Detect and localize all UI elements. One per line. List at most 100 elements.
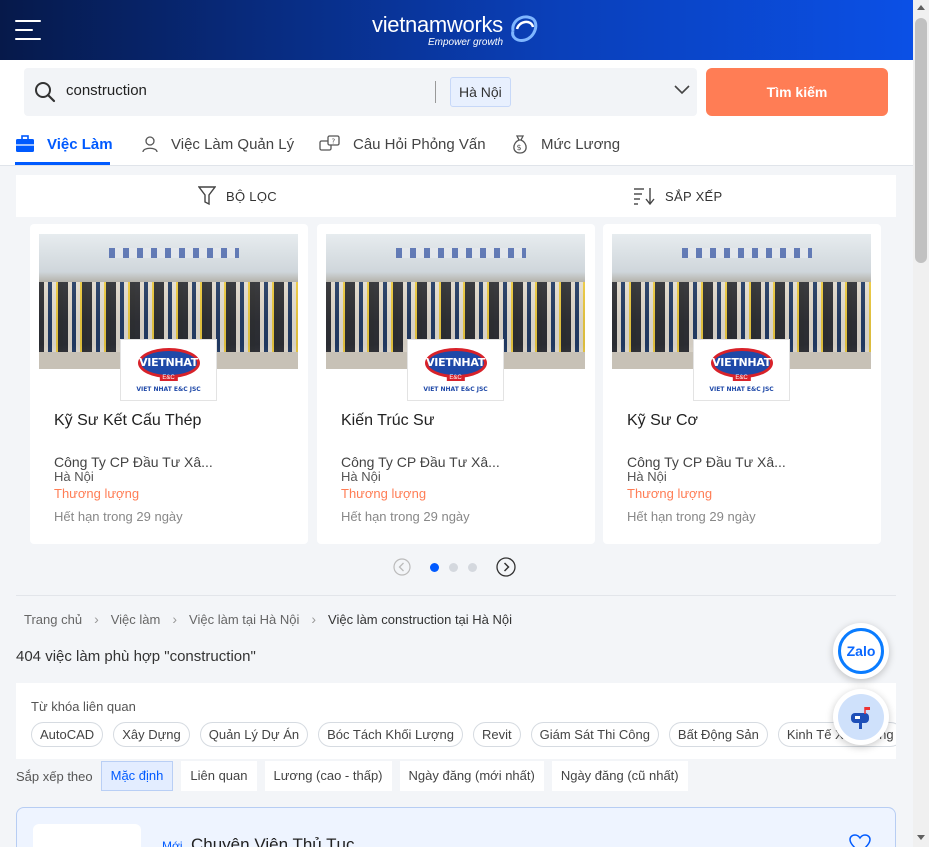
keyword-list: AutoCAD Xây Dựng Quản Lý Dự Án Bóc Tách … [31,722,896,747]
new-badge: Mới [162,839,183,847]
chevron-right-icon: › [311,611,317,627]
location-chip[interactable]: Hà Nội [450,77,511,107]
sort-icon [634,188,655,205]
breadcrumb-current: Việc làm construction tại Hà Nội [328,611,513,627]
company-logo: VIETNHAT E&C VIET NHAT E&C JSC [120,339,217,401]
sort-option-default[interactable]: Mặc định [100,761,174,791]
zalo-icon: Zalo [838,628,884,674]
prev-arrow-icon[interactable] [393,558,411,576]
keyword-chip[interactable]: Xây Dựng [113,722,190,747]
chevron-down-icon[interactable] [674,85,690,95]
money-bag-icon: $ [513,135,527,154]
job-location: Hà Nội [54,469,94,484]
job-expiry: Hết hạn trong 29 ngày [627,509,756,524]
chevron-right-icon: › [172,611,178,627]
keyword-chip[interactable]: Quản Lý Dự Án [199,722,309,747]
search-icon [35,82,56,103]
logo-text: VIETNHAT [426,356,485,369]
related-keywords-panel: Từ khóa liên quan AutoCAD Xây Dựng Quản … [16,683,896,759]
keyword-chip[interactable]: Giám Sát Thi Công [530,722,659,747]
sort-option-salary[interactable]: Lương (cao - thấp) [264,761,392,791]
sort-options: Sắp xếp theo Mặc định Liên quan Lương (c… [16,761,696,791]
job-salary: Thương lượng [627,486,713,501]
svg-text:$: $ [517,143,522,152]
logo-text: VIETNHAT [139,356,198,369]
briefcase-icon [16,135,34,152]
logo-sub: E&C [159,374,178,381]
featured-job-card[interactable]: VIETNHAT E&C VIET NHAT E&C JSC Kỹ Sư Cơ C… [603,224,881,544]
next-arrow-icon[interactable] [496,557,516,577]
breadcrumb-link[interactable]: Việc làm [111,612,161,627]
sort-by-label: Sắp xếp theo [16,768,93,784]
scroll-up-arrow-icon[interactable] [917,5,925,10]
menu-icon[interactable] [15,20,41,40]
job-location: Hà Nội [341,469,381,484]
sort-option-newest[interactable]: Ngày đăng (mới nhất) [399,761,544,791]
result-count: 404 việc làm phù hợp "construction" [16,648,256,665]
filter-bar: BỘ LỌC SẮP XẾP [16,175,896,217]
tab-muc-luong[interactable]: $ Mức Lương [511,122,620,166]
logo-sub: E&C [446,374,465,381]
company-logo: VIETNHAT E&C VIET NHAT E&C JSC [407,339,504,401]
mailbox-button[interactable] [833,689,889,745]
tab-label: Mức Lương [541,135,621,153]
tab-viec-lam-quan-ly[interactable]: Việc Làm Quản Lý [141,122,294,166]
logo-swirl-icon [511,15,538,42]
vietnamworks-logo[interactable]: vietnamworks Empower growth [372,12,538,48]
top-header: vietnamworks Empower growth [0,0,913,60]
carousel-dot[interactable] [449,562,458,572]
job-location: Hà Nội [627,469,667,484]
vertical-scrollbar[interactable] [913,0,929,847]
job-expiry: Hết hạn trong 29 ngày [54,509,183,524]
keyword-chip[interactable]: Revit [472,722,521,747]
scrollbar-thumb[interactable] [915,18,927,263]
nav-tabs: Việc Làm Việc Làm Quản Lý ? Câu Hỏi Phỏn… [0,122,913,166]
logo-sub: E&C [732,374,751,381]
sort-option-relevance[interactable]: Liên quan [181,761,257,791]
filter-button[interactable]: BỘ LỌC [198,175,277,217]
scroll-down-arrow-icon[interactable] [917,835,925,840]
keyword-chip[interactable]: AutoCAD [31,722,104,747]
keyword-chip[interactable]: Bóc Tách Khối Lượng [318,722,463,747]
tab-label: Việc Làm Quản Lý [171,135,295,153]
active-tab-indicator [15,162,110,165]
search-divider [435,81,436,103]
company-logo [33,824,141,847]
featured-job-card[interactable]: VIETNHAT E&C VIET NHAT E&C JSC Kiến Trúc … [317,224,595,544]
job-salary: Thương lượng [341,486,427,501]
job-title[interactable]: Kỹ Sư Kết Cấu Thép [54,412,201,430]
logo-text: VIETNHAT [712,356,771,369]
svg-text:?: ? [332,138,336,146]
tab-cau-hoi-phong-van[interactable]: ? Câu Hỏi Phỏng Vấn [319,122,486,166]
company-name[interactable]: Công Ty CP Đầu Tư Xâ... [54,454,213,470]
carousel-dot[interactable] [468,562,477,572]
logo-tagline: Empower growth [428,37,504,48]
sort-option-oldest[interactable]: Ngày đăng (cũ nhất) [551,761,688,791]
company-name[interactable]: Công Ty CP Đầu Tư Xâ... [341,454,500,470]
manager-icon [142,136,158,153]
job-title[interactable]: Kiến Trúc Sư [341,412,434,430]
mailbox-icon [838,694,884,740]
carousel-dot[interactable] [430,562,439,572]
tab-viec-lam[interactable]: Việc Làm [15,122,113,166]
interview-icon: ? [319,135,340,151]
heart-icon[interactable] [849,834,871,847]
company-logo: VIETNHAT E&C VIET NHAT E&C JSC [693,339,790,401]
search-input[interactable] [66,82,426,99]
filter-label: BỘ LỌC [226,188,277,204]
keyword-chip[interactable]: Bất Động Sản [668,722,768,747]
breadcrumb-link[interactable]: Trang chủ [24,612,82,627]
tab-label: Việc Làm [47,135,113,153]
job-title[interactable]: Chuyên Viên Thủ Tục [191,835,355,847]
zalo-chat-button[interactable]: Zalo [833,623,889,679]
breadcrumb-link[interactable]: Việc làm tại Hà Nội [189,612,299,627]
job-title[interactable]: Kỹ Sư Cơ [627,412,698,430]
sort-button[interactable]: SẮP XẾP [633,175,723,217]
search-button[interactable]: Tìm kiếm [706,68,888,116]
related-keywords-title: Từ khóa liên quan [31,699,136,714]
job-salary: Thương lượng [54,486,140,501]
job-list-item[interactable]: Mới Chuyên Viên Thủ Tục [16,807,896,847]
featured-job-card[interactable]: VIETNHAT E&C VIET NHAT E&C JSC Kỹ Sư Kết … [30,224,308,544]
company-name[interactable]: Công Ty CP Đầu Tư Xâ... [627,454,786,470]
section-divider [16,595,896,596]
